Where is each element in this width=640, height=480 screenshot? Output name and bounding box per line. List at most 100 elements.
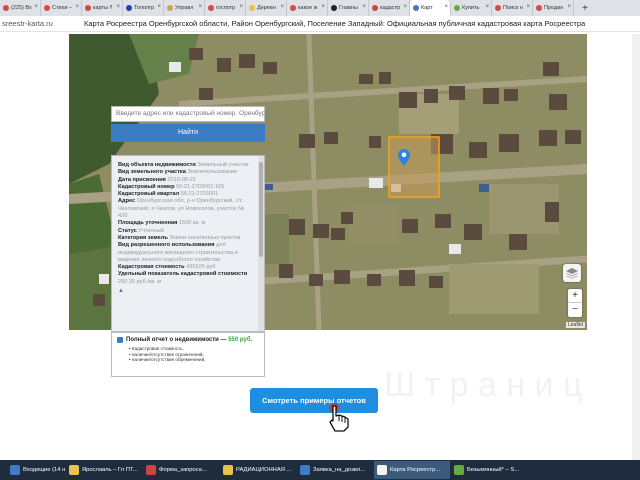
info-row: Статус Учтенный	[112, 228, 260, 235]
browser-tab[interactable]: какое ж ×	[287, 0, 328, 16]
info-row-value: Земельный участок	[197, 162, 249, 168]
close-tab-icon[interactable]: ×	[75, 4, 79, 10]
tab-label: Тополгр	[134, 5, 155, 11]
close-tab-icon[interactable]: ×	[157, 4, 161, 10]
info-row-label: Кадастровая стоимость	[118, 264, 185, 271]
url-text[interactable]: sreestr-karta.ru	[0, 19, 84, 28]
info-row-value: Оренбургская обл, р-н Оренбургский, с/с …	[118, 198, 245, 220]
close-tab-icon[interactable]: ×	[280, 4, 284, 10]
close-tab-icon[interactable]: ×	[198, 4, 202, 10]
tab-label: Главны	[339, 5, 358, 11]
os-taskbar: Входящие (14 не... Ярославль – Гл ПТ... Фо…	[0, 460, 640, 480]
close-tab-icon[interactable]: ×	[444, 4, 448, 10]
page-scrollbar[interactable]	[632, 34, 640, 460]
close-tab-icon[interactable]: ×	[321, 4, 325, 10]
info-row-value: Земли населенных пунктов	[169, 234, 241, 241]
info-row-label: Удельный показатель кадастровой стоимост…	[118, 271, 248, 278]
info-row-label: Вид земельного участка	[118, 169, 186, 176]
address-bar: sreestr-karta.ru Карта Росреестра Оренбу…	[0, 16, 640, 32]
info-row-value: 56:21:2703001	[180, 191, 219, 198]
tab-favicon-icon	[536, 5, 542, 11]
info-row-label: Дата присвоения	[118, 176, 166, 183]
tab-favicon-icon	[413, 5, 419, 11]
taskbar-item-label: Входящие (14 не...	[23, 467, 65, 473]
browser-tab[interactable]: Поиск н ×	[492, 0, 533, 16]
browser-tab[interactable]: Управл ×	[164, 0, 205, 16]
info-row-label: Вид объекта недвижимости	[118, 162, 196, 168]
taskbar-item[interactable]: Ярославль – Гл ПТ...	[66, 461, 142, 479]
app-icon	[146, 465, 156, 475]
address-search-input[interactable]: Введите адрес или кадастровый номер. Оре…	[111, 106, 265, 122]
start-button[interactable]	[0, 461, 6, 479]
map-attribution[interactable]: Leaflet	[566, 322, 586, 328]
browser-tab[interactable]: Деревн ×	[246, 0, 287, 16]
close-tab-icon[interactable]: ×	[362, 4, 366, 10]
taskbar-item[interactable]: Заявка_на_дозвл...	[297, 461, 373, 479]
browser-tab[interactable]: Продан ×	[533, 0, 574, 16]
zoom-control: + −	[568, 289, 582, 317]
close-tab-icon[interactable]: ×	[116, 4, 120, 10]
browser-tab[interactable]: Главны ×	[328, 0, 369, 16]
full-report-box: Полный отчет о недвижимости — 550 руб. К…	[111, 332, 265, 377]
info-row: Дата присвоения 2010-05-21	[112, 177, 260, 184]
layers-icon[interactable]	[563, 264, 581, 282]
taskbar-item[interactable]: РАДИАЦИОННАЯ ...	[220, 461, 296, 479]
taskbar-item[interactable]: Безымянный* – S...	[451, 461, 527, 479]
info-row: Адрес Оренбургская обл, р-н Оренбургский…	[112, 198, 260, 220]
tab-label: Поиск н	[503, 5, 523, 11]
info-scrollbar[interactable]	[258, 156, 264, 331]
close-tab-icon[interactable]: ×	[485, 4, 489, 10]
view-report-examples-button[interactable]: Смотреть примеры отчетов	[250, 388, 378, 413]
tab-favicon-icon	[167, 5, 173, 11]
browser-tab[interactable]: госпотр ×	[205, 0, 246, 16]
close-tab-icon[interactable]: ×	[567, 4, 571, 10]
taskbar-item[interactable]: Форма_запроса...	[143, 461, 219, 479]
find-button[interactable]: Найти	[111, 124, 265, 142]
tab-label: какое ж	[298, 5, 318, 11]
hand-cursor-icon	[326, 402, 352, 437]
browser-tab[interactable]: (225) Вх ×	[0, 0, 41, 16]
info-row-value: 2010-05-21	[167, 176, 197, 183]
report-price: 550 руб.	[228, 337, 253, 343]
info-row: Площадь уточненная 1500 кв. м	[112, 220, 260, 227]
info-row-value: 435525 руб.	[186, 264, 218, 271]
taskbar-item-label: РАДИАЦИОННАЯ ...	[236, 467, 292, 473]
close-tab-icon[interactable]: ×	[403, 4, 407, 10]
tab-favicon-icon	[454, 5, 460, 11]
background-watermark: Ш т р а н и ц	[384, 366, 583, 404]
taskbar-item-label: Заявка_на_дозвл...	[313, 467, 366, 473]
info-row-value: Учтенный	[138, 227, 164, 234]
browser-tab[interactable]: карты !! ×	[82, 0, 123, 16]
close-tab-icon[interactable]: ×	[526, 4, 530, 10]
info-row-label: Статус	[118, 227, 137, 234]
tab-favicon-icon	[331, 5, 337, 11]
tab-favicon-icon	[44, 5, 50, 11]
tab-label: Управл	[175, 5, 194, 11]
app-icon	[223, 465, 233, 475]
zoom-out-button[interactable]: −	[568, 303, 582, 317]
browser-tab[interactable]: кадастр ×	[369, 0, 410, 16]
info-row-value: 290.35 руб./кв. м	[118, 278, 162, 285]
info-row-label: Вид разрешенного использования	[118, 242, 215, 249]
app-icon	[377, 465, 387, 475]
tab-favicon-icon	[249, 5, 255, 11]
browser-tab[interactable]: Стихи – ×	[41, 0, 82, 16]
tab-label: Продан	[544, 5, 564, 11]
browser-tab[interactable]: Тополгр ×	[123, 0, 164, 16]
browser-tab[interactable]: Купить ×	[451, 0, 492, 16]
info-row: Удельный показатель кадастровой стоимост…	[112, 271, 260, 286]
report-checkbox[interactable]	[117, 337, 123, 343]
info-row: Категория земель Земли населенных пункто…	[112, 235, 260, 242]
close-tab-icon[interactable]: ×	[239, 4, 243, 10]
zoom-in-button[interactable]: +	[568, 289, 582, 303]
collapse-caret-icon[interactable]: ▲	[112, 288, 260, 294]
tab-favicon-icon	[290, 5, 296, 11]
new-tab-icon[interactable]: +	[578, 3, 592, 14]
taskbar-item[interactable]: Карта Росреестр...	[374, 461, 450, 479]
tab-favicon-icon	[495, 5, 501, 11]
browser-tab[interactable]: Карт ×	[410, 0, 451, 16]
taskbar-item[interactable]: Входящие (14 не...	[7, 461, 65, 479]
report-title: Полный отчет о недвижимости —	[126, 337, 227, 343]
close-tab-icon[interactable]: ×	[34, 4, 38, 10]
report-feature-item: наличие/отсутствие обременений,	[129, 357, 259, 363]
